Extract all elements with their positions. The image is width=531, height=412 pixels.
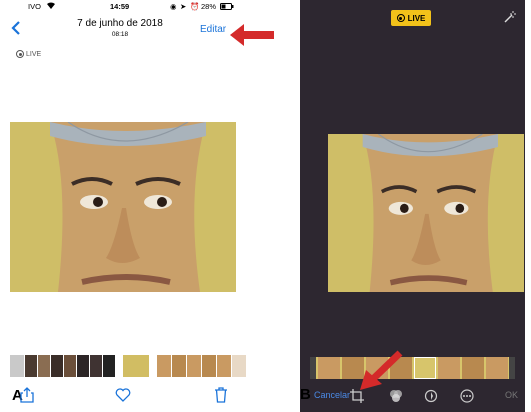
- clock-label: 14:59: [110, 2, 130, 11]
- thumbnail-strip[interactable]: [10, 355, 246, 377]
- thumbnail[interactable]: [187, 355, 201, 377]
- share-icon[interactable]: [18, 386, 36, 404]
- scrubber-frame: [462, 357, 484, 379]
- thumbnail[interactable]: [232, 355, 246, 377]
- thumbnail[interactable]: [157, 355, 171, 377]
- thumbnail[interactable]: [77, 355, 89, 377]
- live-badge: LIVE: [16, 50, 41, 58]
- scrubber-frame: [318, 357, 340, 379]
- battery-percent: 28%: [201, 2, 217, 11]
- scrubber-right-handle[interactable]: [509, 357, 515, 379]
- location-icon: ◉: [170, 2, 177, 11]
- thumbnail[interactable]: [150, 355, 156, 377]
- thumbnail[interactable]: [90, 355, 102, 377]
- heart-icon[interactable]: [114, 386, 132, 404]
- trash-icon[interactable]: [212, 386, 230, 404]
- live-label: LIVE: [26, 50, 42, 58]
- thumbnail-selected[interactable]: [123, 355, 149, 377]
- thumbnail[interactable]: [38, 355, 50, 377]
- alarm-icon: ⏰: [190, 2, 200, 11]
- magic-wand-icon[interactable]: [503, 10, 517, 24]
- ok-button[interactable]: OK: [505, 390, 518, 400]
- bottom-toolbar: A: [0, 384, 240, 408]
- crop-icon[interactable]: [348, 387, 366, 405]
- scrubber-key-frame[interactable]: [414, 357, 436, 379]
- thumbnail[interactable]: [10, 355, 24, 377]
- live-photo-icon: [396, 14, 405, 22]
- live-frame-scrubber[interactable]: [310, 357, 515, 379]
- live-label: LIVE: [407, 13, 426, 23]
- thumbnail[interactable]: [116, 355, 122, 377]
- edit-button[interactable]: Editar: [200, 24, 226, 35]
- photos-viewer-screen: IVO 14:59 ◉ ➤ ⏰ 28% 7 de junho de 2018 0…: [0, 0, 274, 412]
- scrubber-left-handle[interactable]: [310, 357, 316, 379]
- live-toggle-button[interactable]: LIVE: [391, 10, 431, 26]
- more-icon[interactable]: [458, 387, 476, 405]
- navigation-arrow-icon: ➤: [180, 2, 187, 11]
- thumbnail[interactable]: [217, 355, 231, 377]
- thumbnail[interactable]: [172, 355, 186, 377]
- main-photo: [10, 122, 236, 292]
- scrubber-frame: [438, 357, 460, 379]
- filters-icon[interactable]: [387, 387, 405, 405]
- carrier-label: IVO: [28, 2, 41, 11]
- edit-photo: [328, 134, 524, 292]
- thumbnail[interactable]: [25, 355, 37, 377]
- battery-icon: [220, 3, 234, 15]
- thumbnail[interactable]: [103, 355, 115, 377]
- edit-toolbar: Cancelar OK: [300, 384, 525, 410]
- thumbnail[interactable]: [51, 355, 63, 377]
- wifi-icon: [46, 1, 56, 13]
- thumbnail[interactable]: [202, 355, 216, 377]
- thumbnail[interactable]: [64, 355, 76, 377]
- live-photo-icon: [16, 50, 24, 58]
- cancel-button[interactable]: Cancelar: [314, 390, 350, 400]
- scrubber-frame: [486, 357, 508, 379]
- adjust-icon[interactable]: [422, 387, 440, 405]
- red-arrow-indicator: [230, 24, 274, 46]
- photo-edit-screen: LIVE Cancelar OK: [300, 0, 525, 412]
- annotation-letter-b: B: [300, 386, 311, 403]
